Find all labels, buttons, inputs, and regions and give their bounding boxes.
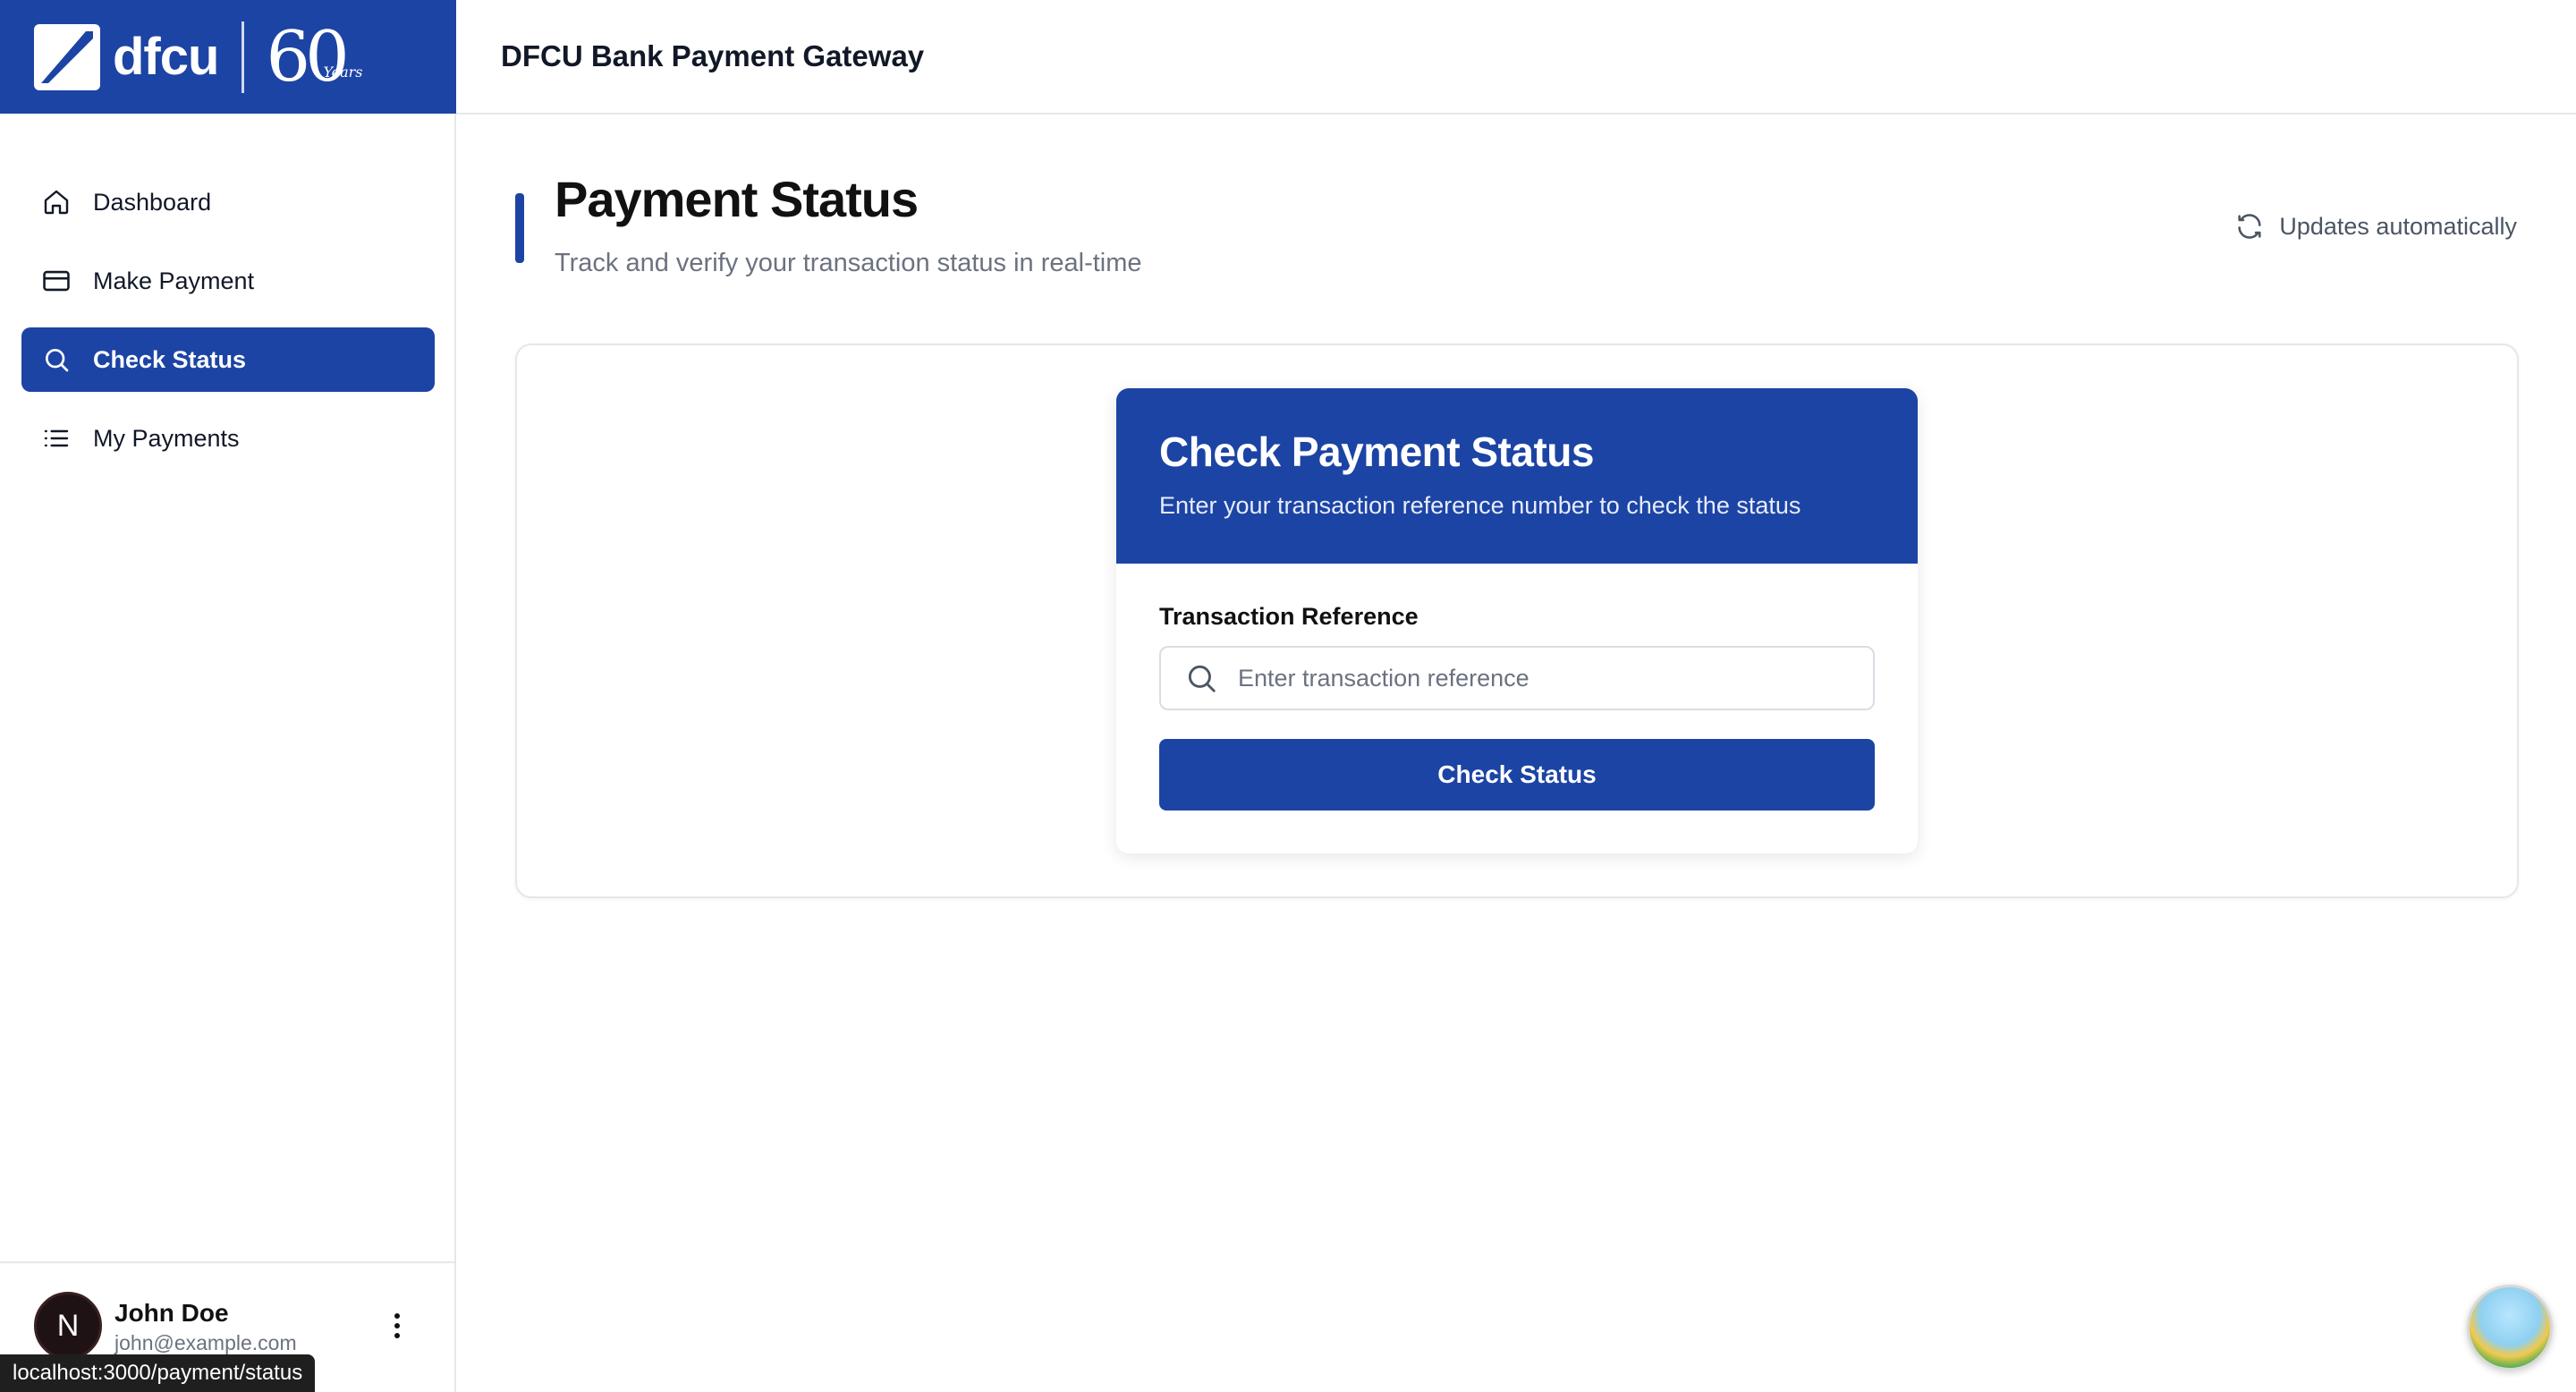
- updates-label: Updates automatically: [2279, 212, 2517, 240]
- refresh-icon: [2234, 211, 2265, 242]
- sidebar-item-label: My Payments: [93, 424, 240, 452]
- page-subtitle: Track and verify your transaction status…: [555, 249, 1142, 277]
- auto-update-indicator: Updates automatically: [2234, 211, 2517, 242]
- sidebar-item-label: Check Status: [93, 345, 247, 373]
- page-title: Payment Status: [555, 171, 919, 227]
- brand-divider: [242, 21, 245, 93]
- search-icon: [41, 344, 72, 375]
- home-icon: [41, 187, 72, 217]
- sidebar-item-make-payment[interactable]: Make Payment: [21, 249, 435, 313]
- sidebar-item-label: Dashboard: [93, 188, 212, 216]
- credit-card-icon: [41, 266, 72, 296]
- anniversary-logo: 60 Years: [266, 16, 362, 98]
- user-email: john@example.com: [114, 1331, 297, 1354]
- user-name: John Doe: [114, 1299, 229, 1327]
- title-accent-bar: [515, 193, 524, 263]
- search-icon: [1184, 661, 1218, 695]
- list-icon: [41, 423, 72, 454]
- check-status-button[interactable]: Check Status: [1159, 739, 1875, 811]
- card-title: Check Payment Status: [1159, 429, 1594, 475]
- transaction-reference-label: Transaction Reference: [1159, 603, 1419, 630]
- link-url-tooltip: localhost:3000/payment/status: [0, 1354, 316, 1392]
- sidebar-item-label: Make Payment: [93, 267, 255, 294]
- app-title: DFCU Bank Payment Gateway: [501, 39, 925, 72]
- check-status-card: Check Payment Status Enter your transact…: [1116, 388, 1918, 853]
- transaction-reference-input[interactable]: [1236, 663, 1844, 693]
- top-bar: DFCU Bank Payment Gateway: [456, 0, 2576, 115]
- sidebar-nav: Dashboard Make Payment Check Status My P…: [21, 170, 435, 485]
- more-options-icon[interactable]: [386, 1313, 408, 1349]
- avatar: N: [34, 1292, 102, 1360]
- sidebar-item-check-status[interactable]: Check Status: [21, 327, 435, 392]
- anniversary-number: 60: [266, 16, 349, 98]
- assistant-avatar-icon[interactable]: [2467, 1285, 2553, 1371]
- card-header: Check Payment Status Enter your transact…: [1116, 388, 1918, 564]
- dfcu-logo-icon: [34, 23, 100, 90]
- sidebar-item-dashboard[interactable]: Dashboard: [21, 170, 435, 234]
- anniversary-script: Years: [323, 63, 363, 81]
- brand-name: dfcu: [113, 28, 219, 86]
- card-subtitle: Enter your transaction reference number …: [1159, 492, 1801, 519]
- transaction-reference-field[interactable]: [1159, 646, 1875, 710]
- sidebar: dfcu 60 Years Dashboard Make Payment Che…: [0, 0, 456, 1392]
- sidebar-item-my-payments[interactable]: My Payments: [21, 406, 435, 471]
- brand-header[interactable]: dfcu 60 Years: [0, 0, 456, 114]
